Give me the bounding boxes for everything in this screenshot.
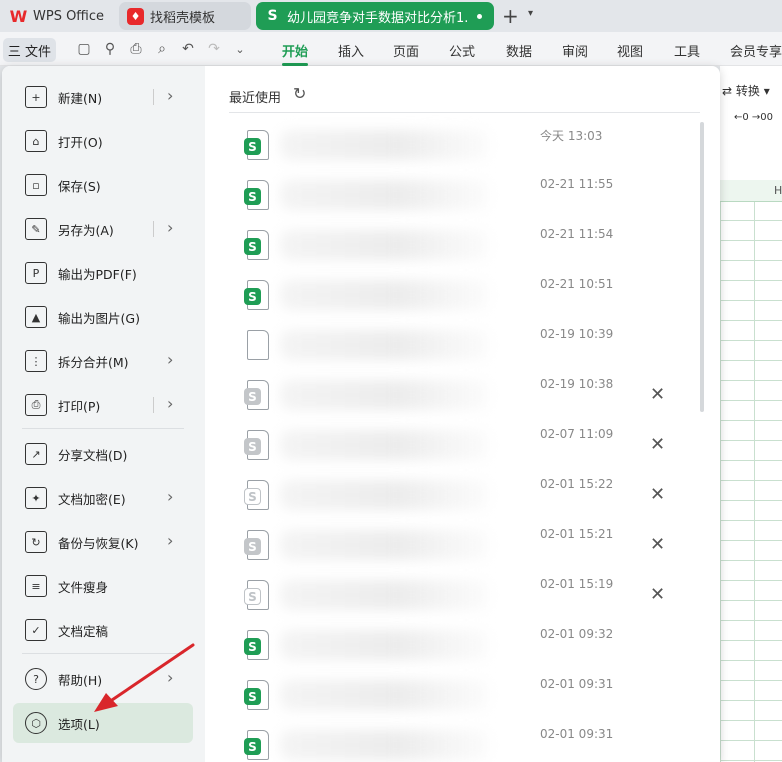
annotation-arrow: [94, 643, 195, 712]
